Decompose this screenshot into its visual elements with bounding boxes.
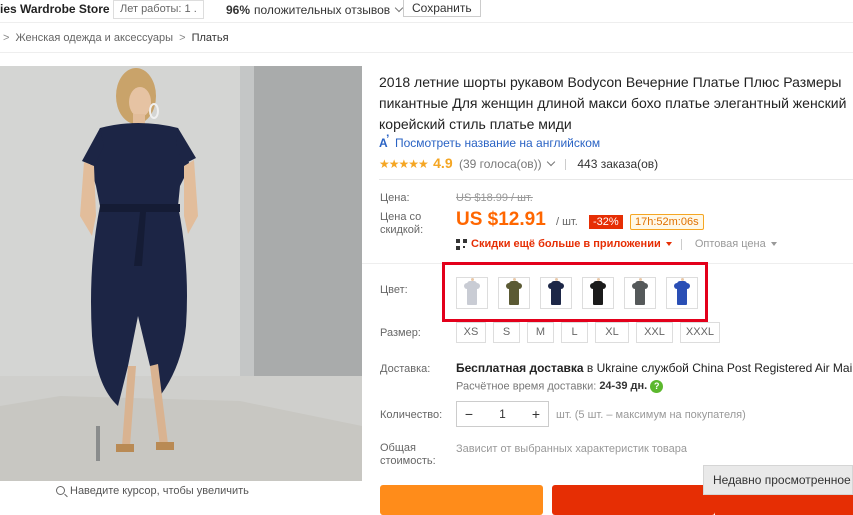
total-value: Зависит от выбранных характеристик товар… <box>456 443 687 455</box>
product-title: 2018 летние шорты рукавом Bodycon Вечерн… <box>379 74 847 132</box>
orders-count: 443 заказа(ов) <box>577 157 659 171</box>
breadcrumb-link-women-clothing[interactable]: Женская одежда и аксессуары <box>16 32 174 44</box>
save-store-button[interactable]: Сохранить <box>403 0 481 17</box>
votes-count-text: (39 голоса(ов)) <box>458 157 542 171</box>
annotation-highlight-box <box>442 262 708 322</box>
zoom-hint-text: Наведите курсор, чтобы увеличить <box>70 485 249 497</box>
divider <box>565 159 567 171</box>
per-unit-label: / шт. <box>556 216 578 228</box>
breadcrumb-separator: > <box>179 32 186 44</box>
star-rating-icon: ★★★★★ <box>379 157 429 171</box>
quantity-decrease-button[interactable]: − <box>457 402 481 426</box>
product-image[interactable] <box>0 66 362 481</box>
discount-badge: -32% <box>589 215 623 229</box>
delivery-estimate-label: Расчётное время доставки: <box>456 380 597 393</box>
years-label: Лет работы: <box>120 3 182 15</box>
divider <box>379 179 853 180</box>
rating-row: ★★★★★ 4.9 (39 голоса(ов)) 443 заказа(ов) <box>379 155 658 171</box>
size-label: Размер: <box>380 327 421 339</box>
rating-score: 4.9 <box>433 155 453 171</box>
delivery-estimate-days: 24-39 дн. <box>599 380 648 393</box>
product-photo-illustration <box>0 66 362 481</box>
wholesale-price-text: Оптовая цена <box>694 238 766 250</box>
size-option-xxxl[interactable]: XXXL <box>680 322 720 343</box>
original-price: US $18.99 / шт. <box>456 192 533 204</box>
translate-title-text: Посмотреть название на английском <box>395 136 601 150</box>
size-option-l[interactable]: L <box>561 322 588 343</box>
wholesale-price-link[interactable]: Оптовая цена <box>695 238 777 250</box>
free-shipping-text: Бесплатная доставка <box>456 361 584 375</box>
color-label: Цвет: <box>380 284 408 296</box>
quantity-increase-button[interactable]: + <box>524 402 548 426</box>
votes-count[interactable]: (39 голоса(ов)) <box>458 157 555 171</box>
size-option-xs[interactable]: XS <box>456 322 486 343</box>
recently-viewed-panel[interactable]: Недавно просмотренное <box>703 465 853 495</box>
years-value: 1 . <box>184 3 197 15</box>
breadcrumb: > Женская одежда и аксессуары > Платья <box>0 32 229 44</box>
delivery-estimate: Расчётное время доставки: 24-39 дн.? <box>456 380 664 393</box>
buy-now-button[interactable] <box>380 485 543 515</box>
magnifier-icon <box>56 486 65 495</box>
quantity-label: Количество: <box>380 409 443 421</box>
discount-price: US $12.91 <box>456 209 546 230</box>
positive-feedback-text: положительных отзывов <box>254 3 391 17</box>
store-bar: ies Wardrobe Store Лет работы: 1 . 96% п… <box>0 0 853 23</box>
size-option-xl[interactable]: XL <box>595 322 629 343</box>
positive-feedback-percent: 96% <box>226 3 251 17</box>
app-discount-link[interactable]: Скидки ещё больше в приложении <box>471 238 661 250</box>
shipping-destination-text: в Ukraine службой China Post Registered … <box>586 361 853 375</box>
translate-title-link[interactable]: A̕ Посмотреть название на английском <box>379 136 600 150</box>
translate-icon: A̕ <box>379 136 388 150</box>
size-option-xxl[interactable]: XXL <box>636 322 673 343</box>
divider <box>0 52 853 53</box>
discount-price-label: Цена со скидкой: <box>380 211 424 236</box>
positive-feedback-label[interactable]: положительных отзывов <box>254 3 404 17</box>
caret-down-icon <box>770 242 777 247</box>
add-to-cart-button[interactable] <box>552 485 715 515</box>
total-label: Общая стоимость: <box>380 442 436 467</box>
delivery-label: Доставка: <box>380 363 431 375</box>
years-box: Лет работы: 1 . <box>113 0 204 19</box>
price-label: Цена: <box>380 192 410 204</box>
chevron-down-icon <box>546 157 555 167</box>
help-icon[interactable]: ? <box>650 380 664 393</box>
store-name[interactable]: ies Wardrobe Store <box>0 2 110 16</box>
quantity-stepper: − + <box>456 401 549 427</box>
breadcrumb-link-dresses[interactable]: Платья <box>192 32 229 44</box>
size-option-s[interactable]: S <box>493 322 520 343</box>
divider <box>680 238 682 250</box>
countdown-timer: 17h:52m:06s <box>630 214 704 230</box>
quantity-limit-note: шт. (5 шт. – максимум на покупателя) <box>556 409 746 421</box>
quantity-input[interactable] <box>481 402 524 426</box>
size-option-m[interactable]: M <box>527 322 554 343</box>
caret-down-icon <box>665 242 672 247</box>
qr-code-icon <box>456 238 467 250</box>
shipping-info[interactable]: Бесплатная доставка в Ukraine службой Ch… <box>456 361 853 375</box>
zoom-hint: Наведите курсор, чтобы увеличить <box>56 485 249 497</box>
app-discount-row: Скидки ещё больше в приложении Оптовая ц… <box>456 238 777 250</box>
breadcrumb-separator: > <box>3 32 10 44</box>
